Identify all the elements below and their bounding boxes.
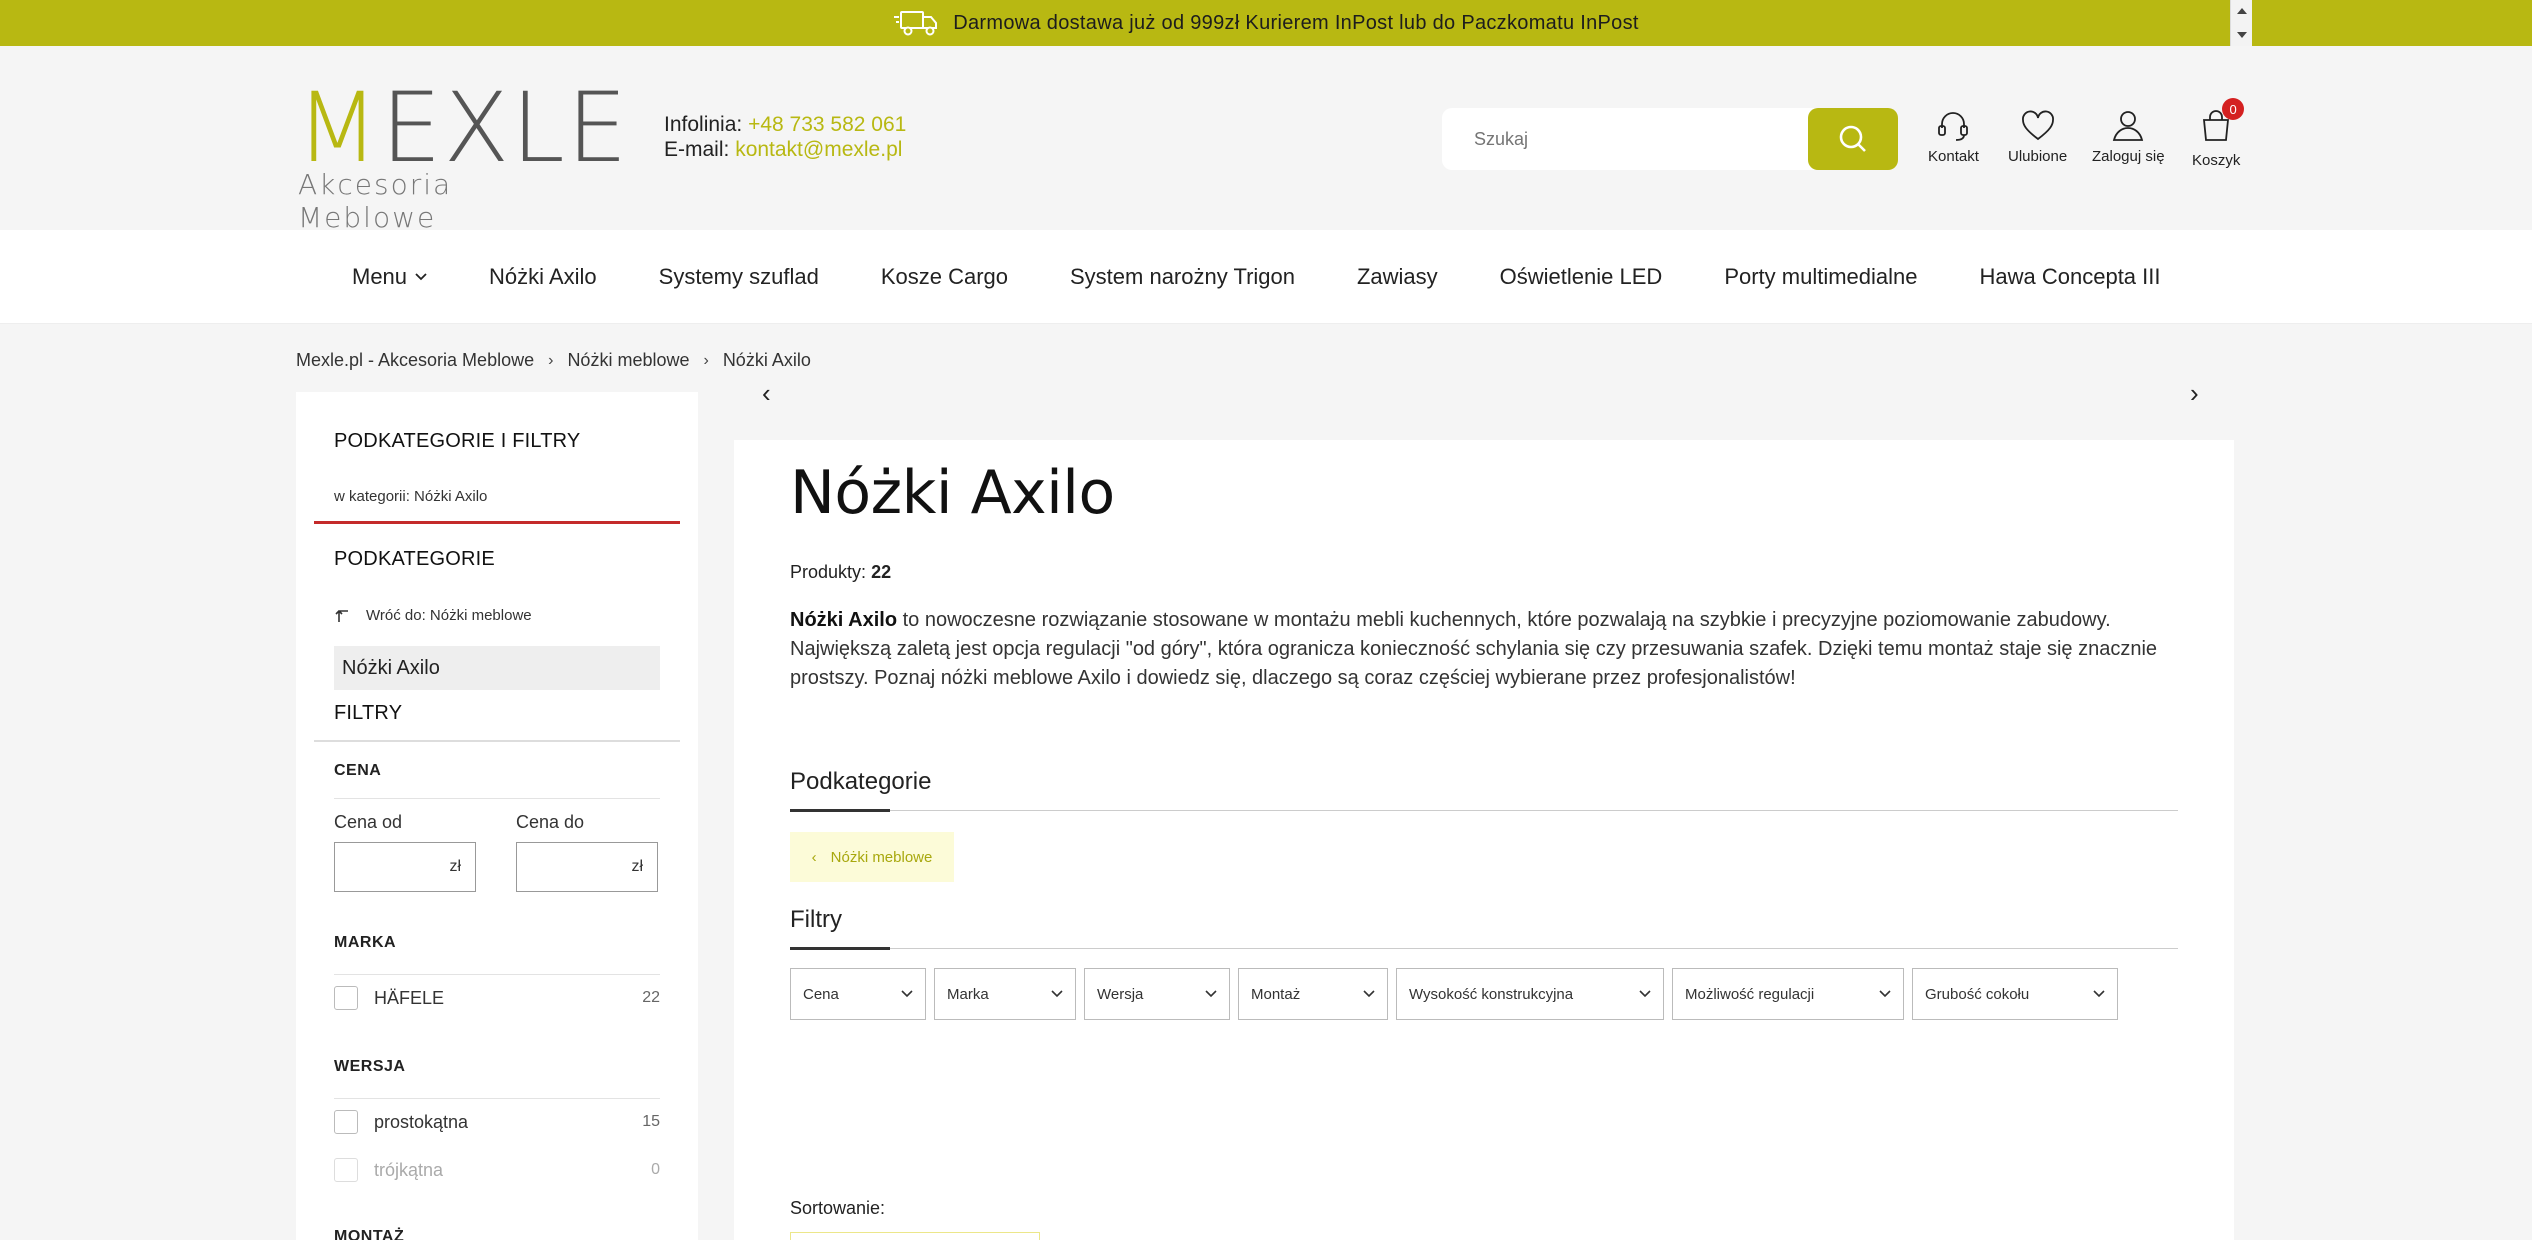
contact-info: Infolinia: +48 733 582 061 E-mail: konta… [664, 113, 907, 161]
products-count: Produkty: 22 [790, 562, 892, 582]
main-navigation: Menu Nóżki Axilo Systemy szuflad Kosze C… [0, 230, 2532, 324]
nav-item-nozki-axilo[interactable]: Nóżki Axilo [489, 264, 597, 290]
filter-select-cena[interactable]: Cena [790, 968, 926, 1020]
nav-item-porty-multimedialne[interactable]: Porty multimedialne [1724, 264, 1917, 290]
chevron-down-icon [415, 273, 427, 281]
divider [314, 740, 680, 742]
filter-dropdowns: Cena Marka Wersja Montaż Wysokość konstr… [790, 968, 2118, 1020]
breadcrumb: Mexle.pl - Akcesoria Meblowe › Nóżki meb… [296, 350, 811, 371]
nav-item-zawiasy[interactable]: Zawiasy [1357, 264, 1438, 290]
cart-count-badge: 0 [2222, 98, 2245, 120]
subcategories-title: PODKATEGORIE [334, 548, 495, 570]
next-arrow-icon[interactable]: › [2190, 378, 2199, 409]
price-from-input[interactable]: zł [334, 842, 476, 892]
version-checkbox-trojkatna: trójkątna 0 [334, 1158, 660, 1182]
logo-wordmark: MEXLE [296, 72, 630, 184]
nav-item-oswietlenie-led[interactable]: Oświetlenie LED [1500, 264, 1663, 290]
brand-checkbox-hafele[interactable]: HÄFELE 22 [334, 986, 660, 1010]
breadcrumb-home[interactable]: Mexle.pl - Akcesoria Meblowe [296, 350, 534, 371]
divider [334, 798, 660, 799]
version-checkbox-prostokatna[interactable]: prostokątna 15 [334, 1110, 660, 1134]
sort-label: Sortowanie: [790, 1198, 886, 1218]
page-title: Nóżki Axilo [790, 458, 1115, 528]
filter-select-wersja[interactable]: Wersja [1084, 968, 1230, 1020]
chevron-down-icon [1879, 990, 1891, 998]
filter-select-montaz[interactable]: Montaż [1238, 968, 1388, 1020]
sidebar-title: PODKATEGORIE I FILTRY [334, 430, 581, 452]
search-button[interactable] [1808, 108, 1898, 170]
mount-filter-title: MONTAŻ [334, 1228, 405, 1240]
breadcrumb-parent[interactable]: Nóżki meblowe [567, 350, 689, 371]
chevron-down-icon [1205, 990, 1217, 998]
sidebar-current-category: w kategorii: Nóżki Axilo [334, 488, 488, 505]
search-input[interactable] [1442, 108, 1806, 170]
logo-subtitle: Akcesoria Meblowe [298, 168, 453, 234]
prev-arrow-icon[interactable]: ‹ [762, 378, 771, 409]
chevron-left-icon: ‹ [811, 848, 817, 866]
checkbox[interactable] [334, 1110, 358, 1134]
scroll-up-icon[interactable] [2237, 8, 2247, 14]
nav-item-hawa-concepta[interactable]: Hawa Concepta III [1980, 264, 2161, 290]
back-to-parent-link[interactable]: Wróć do: Nóżki meblowe [334, 606, 532, 624]
search-bar [1442, 108, 1898, 170]
filter-select-wysokosc[interactable]: Wysokość konstrukcyjna [1396, 968, 1664, 1020]
divider [790, 809, 2178, 812]
price-to-input[interactable]: zł [516, 842, 658, 892]
chevron-down-icon [1639, 990, 1651, 998]
return-arrow-icon [335, 610, 348, 622]
price-to-label: Cena do [516, 812, 585, 832]
chevron-down-icon [2093, 990, 2105, 998]
chevron-down-icon [901, 990, 913, 998]
nav-item-kosze-cargo[interactable]: Kosze Cargo [881, 264, 1008, 290]
filters-sidebar: PODKATEGORIE I FILTRY w kategorii: Nóżki… [296, 392, 698, 1240]
category-content: Nóżki Axilo Produkty: 22 Nóżki Axilo to … [734, 440, 2234, 1240]
nav-item-systemy-szuflad[interactable]: Systemy szuflad [659, 264, 819, 290]
sidebar-divider [314, 521, 680, 524]
brand-filter-title: MARKA [334, 934, 397, 951]
filter-select-grubosc[interactable]: Grubość cokołu [1912, 968, 2118, 1020]
category-description: Nóżki Axilo to nowoczesne rozwiązanie st… [790, 609, 2158, 689]
top-banner: Darmowa dostawa już od 999zł Kurierem In… [0, 0, 2532, 46]
divider [790, 947, 2178, 950]
email-link[interactable]: kontakt@mexle.pl [735, 138, 902, 161]
divider [334, 974, 660, 975]
phone-link[interactable]: +48 733 582 061 [748, 113, 906, 136]
nav-item-trigon[interactable]: System narożny Trigon [1070, 264, 1295, 290]
chevron-right-icon: › [548, 351, 554, 369]
current-subcategory[interactable]: Nóżki Axilo [334, 646, 660, 690]
filter-select-marka[interactable]: Marka [934, 968, 1076, 1020]
login-link[interactable]: Zaloguj się [2092, 106, 2165, 165]
heart-icon [2021, 110, 2054, 141]
subcategories-heading: Podkategorie [790, 768, 932, 795]
chevron-right-icon: › [703, 351, 709, 369]
cart-link[interactable]: 0 Koszyk [2192, 98, 2245, 169]
site-header: MEXLE Akcesoria Meblowe Infolinia: +48 7… [0, 46, 2532, 234]
headset-icon [1938, 112, 1969, 141]
chevron-down-icon [1363, 990, 1375, 998]
logo[interactable]: MEXLE Akcesoria Meblowe [296, 80, 627, 234]
chevron-down-icon [1051, 990, 1063, 998]
sort-select[interactable] [790, 1232, 1040, 1240]
nav-menu[interactable]: Menu [352, 264, 427, 290]
filter-select-regulacja[interactable]: Możliwość regulacji [1672, 968, 1904, 1020]
banner-text: Darmowa dostawa już od 999zł Kurierem In… [953, 11, 1639, 34]
scroll-down-icon[interactable] [2237, 32, 2247, 38]
delivery-truck-icon [894, 11, 938, 36]
price-filter-title: CENA [334, 762, 382, 779]
divider [334, 1098, 660, 1099]
price-from-label: Cena od [334, 812, 403, 832]
user-icon [2113, 111, 2144, 141]
favorites-link[interactable]: Ulubione [2008, 106, 2067, 165]
subcategory-chip[interactable]: ‹ Nóżki meblowe [790, 832, 954, 882]
checkbox [334, 1158, 358, 1182]
breadcrumb-current: Nóżki Axilo [722, 350, 811, 370]
banner-scroller[interactable] [2230, 0, 2252, 46]
version-filter-title: WERSJA [334, 1058, 406, 1075]
contact-link[interactable]: Kontakt [1928, 106, 1979, 165]
search-icon [1839, 125, 1866, 152]
filters-title: FILTRY [334, 702, 403, 724]
filters-heading: Filtry [790, 906, 842, 933]
checkbox[interactable] [334, 986, 358, 1010]
